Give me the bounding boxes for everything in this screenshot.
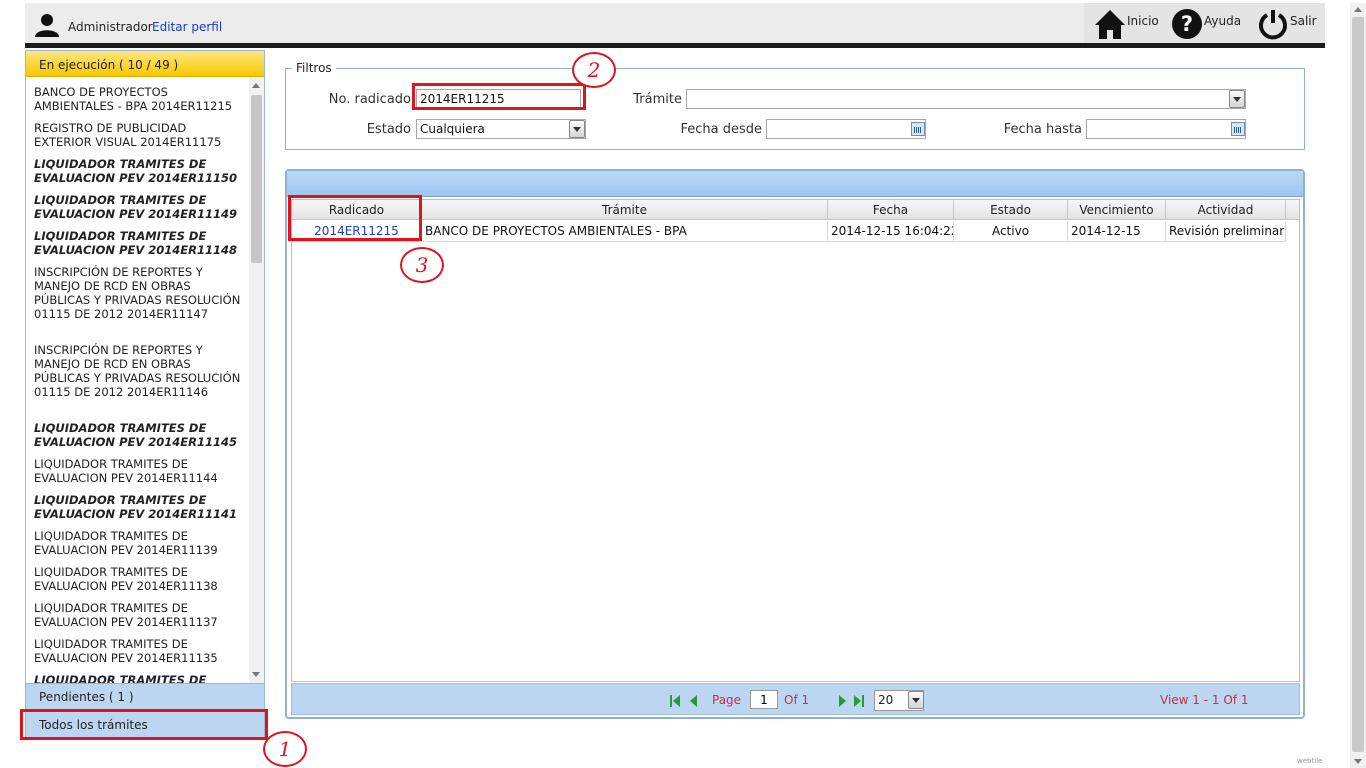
prev-page-icon[interactable] <box>690 695 697 707</box>
annotation-box-1 <box>20 709 268 740</box>
sidebar-scroll-up-icon[interactable] <box>252 83 260 88</box>
watermark: webtile <box>1297 757 1323 765</box>
header-divider <box>25 43 1325 48</box>
home-button[interactable]: Inicio <box>1094 7 1159 41</box>
sidebar-list-item[interactable]: BANCO DE PROYECTOS AMBIENTALES - BPA 201… <box>34 85 244 113</box>
column-header[interactable]: Fecha <box>828 200 954 220</box>
annotation-box-3 <box>288 195 422 241</box>
sidebar-list-item[interactable]: INSCRIPCIÓN DE REPORTES Y MANEJO DE RCD … <box>34 343 244 399</box>
first-page-icon[interactable] <box>673 695 680 707</box>
table-cell: BANCO DE PROYECTOS AMBIENTALES - BPA <box>422 221 828 242</box>
sidebar: En ejecución ( 10 / 49 ) BANCO DE PROYEC… <box>25 50 265 738</box>
sidebar-list-item[interactable]: REGISTRO DE PUBLICIDAD EXTERIOR VISUAL 2… <box>34 121 244 149</box>
table-cell: 2014-12-15 16:04:22 <box>828 221 954 242</box>
sidebar-scroll-down-icon[interactable] <box>252 672 260 677</box>
annotation-number-3: 3 <box>400 247 444 283</box>
annotation-number-1: 1 <box>263 731 307 767</box>
top-bar: Administrador Editar perfil Inicio ? Ayu… <box>25 3 1325 44</box>
table-cell: Activo <box>954 221 1068 242</box>
fecha-hasta-label: Fecha hasta <box>1003 122 1082 137</box>
home-label: Inicio <box>1127 14 1159 28</box>
page-number-input[interactable] <box>750 690 778 709</box>
sidebar-running-header[interactable]: En ejecución ( 10 / 49 ) <box>26 51 264 77</box>
sidebar-list-item[interactable]: LIQUIDADOR TRAMITES DE EVALUACION PEV 20… <box>34 457 244 485</box>
help-button[interactable]: ? Ayuda <box>1171 7 1241 41</box>
page-of-label: Of 1 <box>784 693 810 707</box>
fecha-desde-input[interactable] <box>766 119 926 139</box>
page-label: Page <box>712 693 742 707</box>
column-header[interactable]: Trámite <box>422 200 828 220</box>
column-header[interactable]: Estado <box>954 200 1068 220</box>
sidebar-list-item[interactable]: LIQUIDADOR TRAMITES DE EVALUACION PEV 20… <box>34 157 244 185</box>
view-summary: View 1 - 1 Of 1 <box>1160 693 1249 707</box>
sidebar-list-item[interactable]: LIQUIDADOR TRAMITES DE EVALUACION PEV 20… <box>34 193 244 221</box>
sidebar-list-item[interactable]: LIQUIDADOR TRAMITES DE EVALUACION PEV 20… <box>34 493 244 521</box>
scroll-up-icon[interactable] <box>1354 7 1362 12</box>
help-label: Ayuda <box>1204 14 1242 28</box>
logout-button[interactable]: Salir <box>1257 7 1317 41</box>
estado-select[interactable] <box>416 119 586 139</box>
last-page-bar <box>862 695 864 707</box>
table-cell: Revisión preliminar <box>1166 221 1286 242</box>
grid-caption-bar <box>287 171 1303 197</box>
sidebar-list-item[interactable]: INSCRIPCIÓN DE REPORTES Y MANEJO DE RCD … <box>34 265 244 321</box>
annotation-number-2: 2 <box>572 52 616 88</box>
estado-dropdown-icon[interactable] <box>569 120 585 138</box>
calendar-icon[interactable] <box>1231 122 1245 136</box>
filters-legend: Filtros <box>292 61 336 75</box>
scroll-down-icon[interactable] <box>1354 759 1362 764</box>
edit-profile-link[interactable]: Editar perfil <box>152 20 222 34</box>
calendar-icon[interactable] <box>911 122 925 136</box>
sidebar-list-item[interactable]: LIQUIDADOR TRAMITES DE EVALUACION PEV 20… <box>34 601 244 629</box>
results-grid: Radicado Trámite Fecha Estado Vencimiento Act… <box>285 169 1305 719</box>
last-page-icon[interactable] <box>854 695 861 707</box>
sidebar-list-item[interactable]: LIQUIDADOR TRAMITES DE <box>34 673 244 683</box>
fecha-hasta-input[interactable] <box>1086 119 1246 139</box>
user-icon <box>35 14 59 37</box>
fecha-desde-label: Fecha desde <box>680 122 762 137</box>
sidebar-scrollbar[interactable] <box>249 77 264 683</box>
estado-label: Estado <box>366 122 411 137</box>
annotation-box-2 <box>412 83 586 110</box>
tramite-dropdown-icon[interactable] <box>1229 90 1245 108</box>
page-size-value: 20 <box>878 693 894 707</box>
sidebar-pending[interactable]: Pendientes ( 1 ) <box>26 683 264 710</box>
radicado-label: No. radicado <box>328 92 411 107</box>
svg-text:?: ? <box>1181 12 1193 36</box>
scrollbar-thumb[interactable] <box>1352 17 1364 752</box>
table-cell: 2014-12-15 <box>1068 221 1166 242</box>
help-icon: ? <box>1172 9 1202 39</box>
first-page-bar <box>670 695 672 707</box>
sidebar-list-item[interactable]: LIQUIDADOR TRAMITES DE EVALUACION PEV 20… <box>34 565 244 593</box>
user-name: Administrador <box>68 20 153 34</box>
tramite-select[interactable] <box>686 89 1246 109</box>
logout-label: Salir <box>1290 14 1317 28</box>
pager: Page Of 1 20 View 1 - 1 Of 1 <box>291 683 1300 715</box>
power-icon <box>1259 10 1287 40</box>
sidebar-list: BANCO DE PROYECTOS AMBIENTALES - BPA 201… <box>26 77 249 683</box>
page-scrollbar[interactable] <box>1350 3 1366 768</box>
column-header[interactable]: Actividad <box>1166 200 1286 220</box>
tramite-label: Trámite <box>633 92 682 107</box>
sidebar-list-item[interactable]: LIQUIDADOR TRAMITES DE EVALUACION PEV 20… <box>34 529 244 557</box>
home-icon <box>1095 10 1125 39</box>
top-actions: Inicio ? Ayuda Salir <box>1084 3 1325 44</box>
sidebar-scroll-thumb[interactable] <box>251 95 262 263</box>
sidebar-list-item[interactable]: LIQUIDADOR TRAMITES DE EVALUACION PEV 20… <box>34 229 244 257</box>
table-header: Radicado Trámite Fecha Estado Vencimiento Act… <box>292 200 1299 220</box>
next-page-icon[interactable] <box>839 695 846 707</box>
sidebar-list-item[interactable]: LIQUIDADOR TRAMITES DE EVALUACION PEV 20… <box>34 637 244 665</box>
sidebar-list-item[interactable]: LIQUIDADOR TRAMITES DE EVALUACION PEV 20… <box>34 421 244 449</box>
page-size-dropdown-icon[interactable] <box>908 691 924 709</box>
column-header[interactable]: Vencimiento <box>1068 200 1166 220</box>
